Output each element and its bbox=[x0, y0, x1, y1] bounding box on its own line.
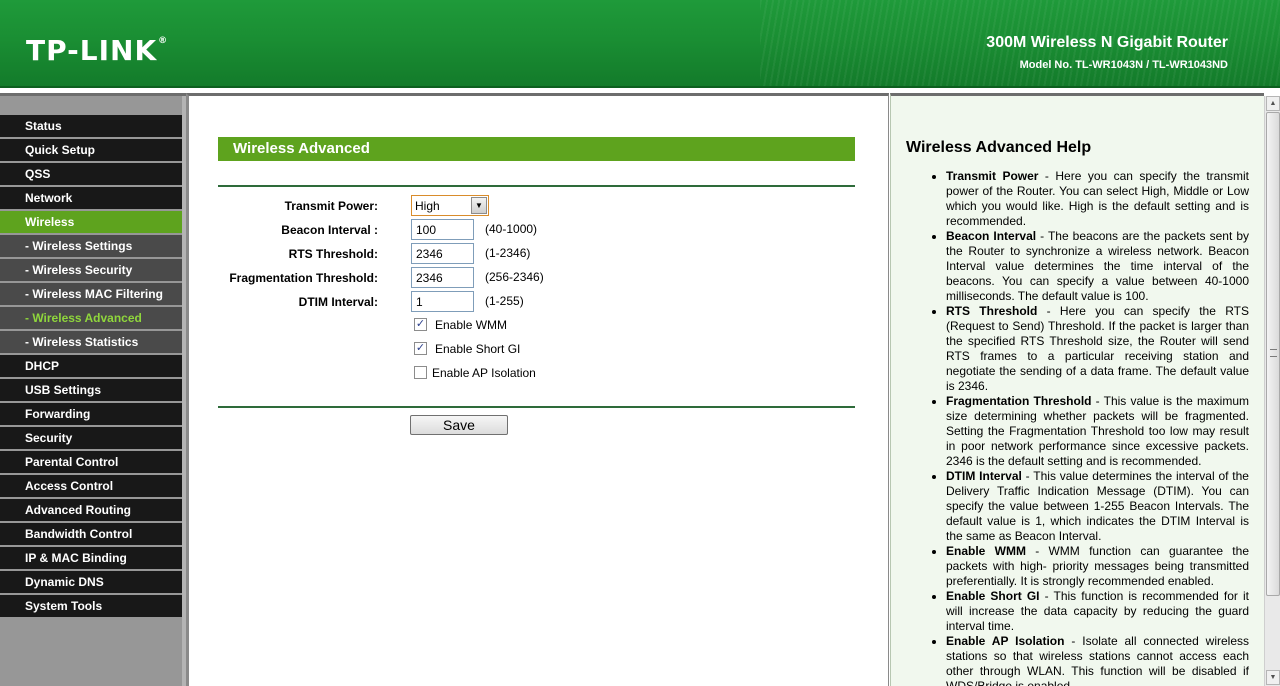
save-button[interactable]: Save bbox=[410, 415, 508, 435]
header-divider bbox=[0, 86, 1280, 88]
dtim-interval-label: DTIM Interval: bbox=[298, 295, 378, 309]
top-divider bbox=[218, 185, 855, 187]
beacon-interval-input[interactable] bbox=[411, 219, 474, 240]
help-title: Wireless Advanced Help bbox=[906, 139, 1092, 156]
menu-item-network[interactable]: Network bbox=[0, 187, 182, 209]
menu-item-wireless-statistics[interactable]: - Wireless Statistics bbox=[0, 331, 182, 353]
bottom-divider bbox=[218, 406, 855, 408]
menu-item-quick-setup[interactable]: Quick Setup bbox=[0, 139, 182, 161]
help-item-transmit-power: Transmit Power - Here you can specify th… bbox=[946, 169, 1249, 229]
scroll-grip-icon bbox=[1270, 349, 1277, 357]
menu-item-dhcp[interactable]: DHCP bbox=[0, 355, 182, 377]
menu-item-wireless[interactable]: Wireless bbox=[0, 211, 182, 233]
enable-ap-isolation-checkbox[interactable] bbox=[414, 366, 427, 379]
menu-item-forwarding[interactable]: Forwarding bbox=[0, 403, 182, 425]
product-name: 300M Wireless N Gigabit Router bbox=[986, 34, 1228, 51]
menu-item-wireless-security[interactable]: - Wireless Security bbox=[0, 259, 182, 281]
help-item-fragmentation-threshold: Fragmentation Threshold - This value is … bbox=[946, 394, 1249, 469]
menu-item-dynamic-dns[interactable]: Dynamic DNS bbox=[0, 571, 182, 593]
rts-threshold-input[interactable] bbox=[411, 243, 474, 264]
help-item-enable-wmm: Enable WMM - WMM function can guarantee … bbox=[946, 544, 1249, 589]
menu-item-security[interactable]: Security bbox=[0, 427, 182, 449]
enable-wmm-label: Enable WMM bbox=[435, 318, 508, 332]
help-term: DTIM Interval bbox=[946, 469, 1022, 483]
menu-item-status[interactable]: Status bbox=[0, 115, 182, 137]
help-item-enable-ap-isolation: Enable AP Isolation - Isolate all connec… bbox=[946, 634, 1249, 686]
beacon-interval-range: (40-1000) bbox=[485, 222, 538, 236]
menu-item-parental-control[interactable]: Parental Control bbox=[0, 451, 182, 473]
help-term: Enable AP Isolation bbox=[946, 634, 1065, 648]
logo-text: TP-LINK bbox=[26, 34, 158, 67]
menu-top-border bbox=[0, 93, 186, 96]
menu-item-access-control[interactable]: Access Control bbox=[0, 475, 182, 497]
fragmentation-threshold-range: (256-2346) bbox=[485, 270, 544, 284]
help-term: RTS Threshold bbox=[946, 304, 1038, 318]
help-list: Transmit Power - Here you can specify th… bbox=[946, 169, 1249, 686]
logo-registered-mark: ® bbox=[158, 36, 169, 46]
menu-item-wireless-advanced[interactable]: - Wireless Advanced bbox=[0, 307, 182, 329]
enable-wmm-checkbox[interactable]: ✓ bbox=[414, 318, 427, 331]
enable-short-gi-label: Enable Short GI bbox=[435, 342, 521, 356]
help-item-rts-threshold: RTS Threshold - Here you can specify the… bbox=[946, 304, 1249, 394]
beacon-interval-label: Beacon Interval : bbox=[281, 223, 378, 237]
help-term: Beacon Interval bbox=[946, 229, 1037, 243]
menu-item-usb-settings[interactable]: USB Settings bbox=[0, 379, 182, 401]
help-item-beacon-interval: Beacon Interval - The beacons are the pa… bbox=[946, 229, 1249, 304]
page-title: Wireless Advanced bbox=[218, 137, 855, 161]
scroll-up-icon[interactable]: ▲ bbox=[1266, 96, 1280, 111]
enable-ap-isolation-label: Enable AP Isolation bbox=[432, 366, 536, 380]
help-item-dtim-interval: DTIM Interval - This value determines th… bbox=[946, 469, 1249, 544]
dtim-interval-range: (1-255) bbox=[485, 294, 524, 308]
transmit-power-label: Transmit Power: bbox=[284, 199, 378, 213]
enable-short-gi-checkbox[interactable]: ✓ bbox=[414, 342, 427, 355]
scroll-down-icon[interactable]: ▼ bbox=[1266, 670, 1280, 685]
help-term: Fragmentation Threshold bbox=[946, 394, 1092, 408]
menu-item-wireless-mac-filtering[interactable]: - Wireless MAC Filtering bbox=[0, 283, 182, 305]
menu-item-system-tools[interactable]: System Tools bbox=[0, 595, 182, 617]
tp-link-logo: TP-LINK® bbox=[26, 34, 168, 67]
rts-threshold-range: (1-2346) bbox=[485, 246, 531, 260]
dropdown-arrow-icon[interactable]: ▼ bbox=[471, 197, 487, 214]
dtim-interval-input[interactable] bbox=[411, 291, 474, 312]
menu-item-advanced-routing[interactable]: Advanced Routing bbox=[0, 499, 182, 521]
help-pane: Wireless Advanced Help Transmit Power - … bbox=[890, 93, 1264, 686]
menu-item-qss[interactable]: QSS bbox=[0, 163, 182, 185]
transmit-power-value: High bbox=[415, 199, 440, 213]
rts-threshold-label: RTS Threshold: bbox=[288, 247, 378, 261]
help-term: Enable Short GI bbox=[946, 589, 1040, 603]
fragmentation-threshold-input[interactable] bbox=[411, 267, 474, 288]
nav-menu: Status Quick Setup QSS Network Wireless … bbox=[0, 115, 182, 619]
transmit-power-select[interactable]: High ▼ bbox=[411, 195, 489, 216]
fragmentation-threshold-label: Fragmentation Threshold: bbox=[229, 271, 378, 285]
model-number: Model No. TL-WR1043N / TL-WR1043ND bbox=[1019, 59, 1228, 71]
scroll-thumb[interactable] bbox=[1266, 112, 1280, 596]
header-banner: TP-LINK® 300M Wireless N Gigabit Router … bbox=[0, 0, 1280, 88]
menu-item-bandwidth-control[interactable]: Bandwidth Control bbox=[0, 523, 182, 545]
help-item-enable-short-gi: Enable Short GI - This function is recom… bbox=[946, 589, 1249, 634]
menu-item-ip-mac-binding[interactable]: IP & MAC Binding bbox=[0, 547, 182, 569]
help-term: Enable WMM bbox=[946, 544, 1026, 558]
help-term: Transmit Power bbox=[946, 169, 1039, 183]
menu-item-wireless-settings[interactable]: - Wireless Settings bbox=[0, 235, 182, 257]
help-scrollbar[interactable]: ▲ ▼ bbox=[1264, 96, 1280, 686]
main-content: Wireless Advanced Transmit Power: High ▼… bbox=[186, 93, 889, 686]
menu-pane: Status Quick Setup QSS Network Wireless … bbox=[0, 93, 186, 686]
